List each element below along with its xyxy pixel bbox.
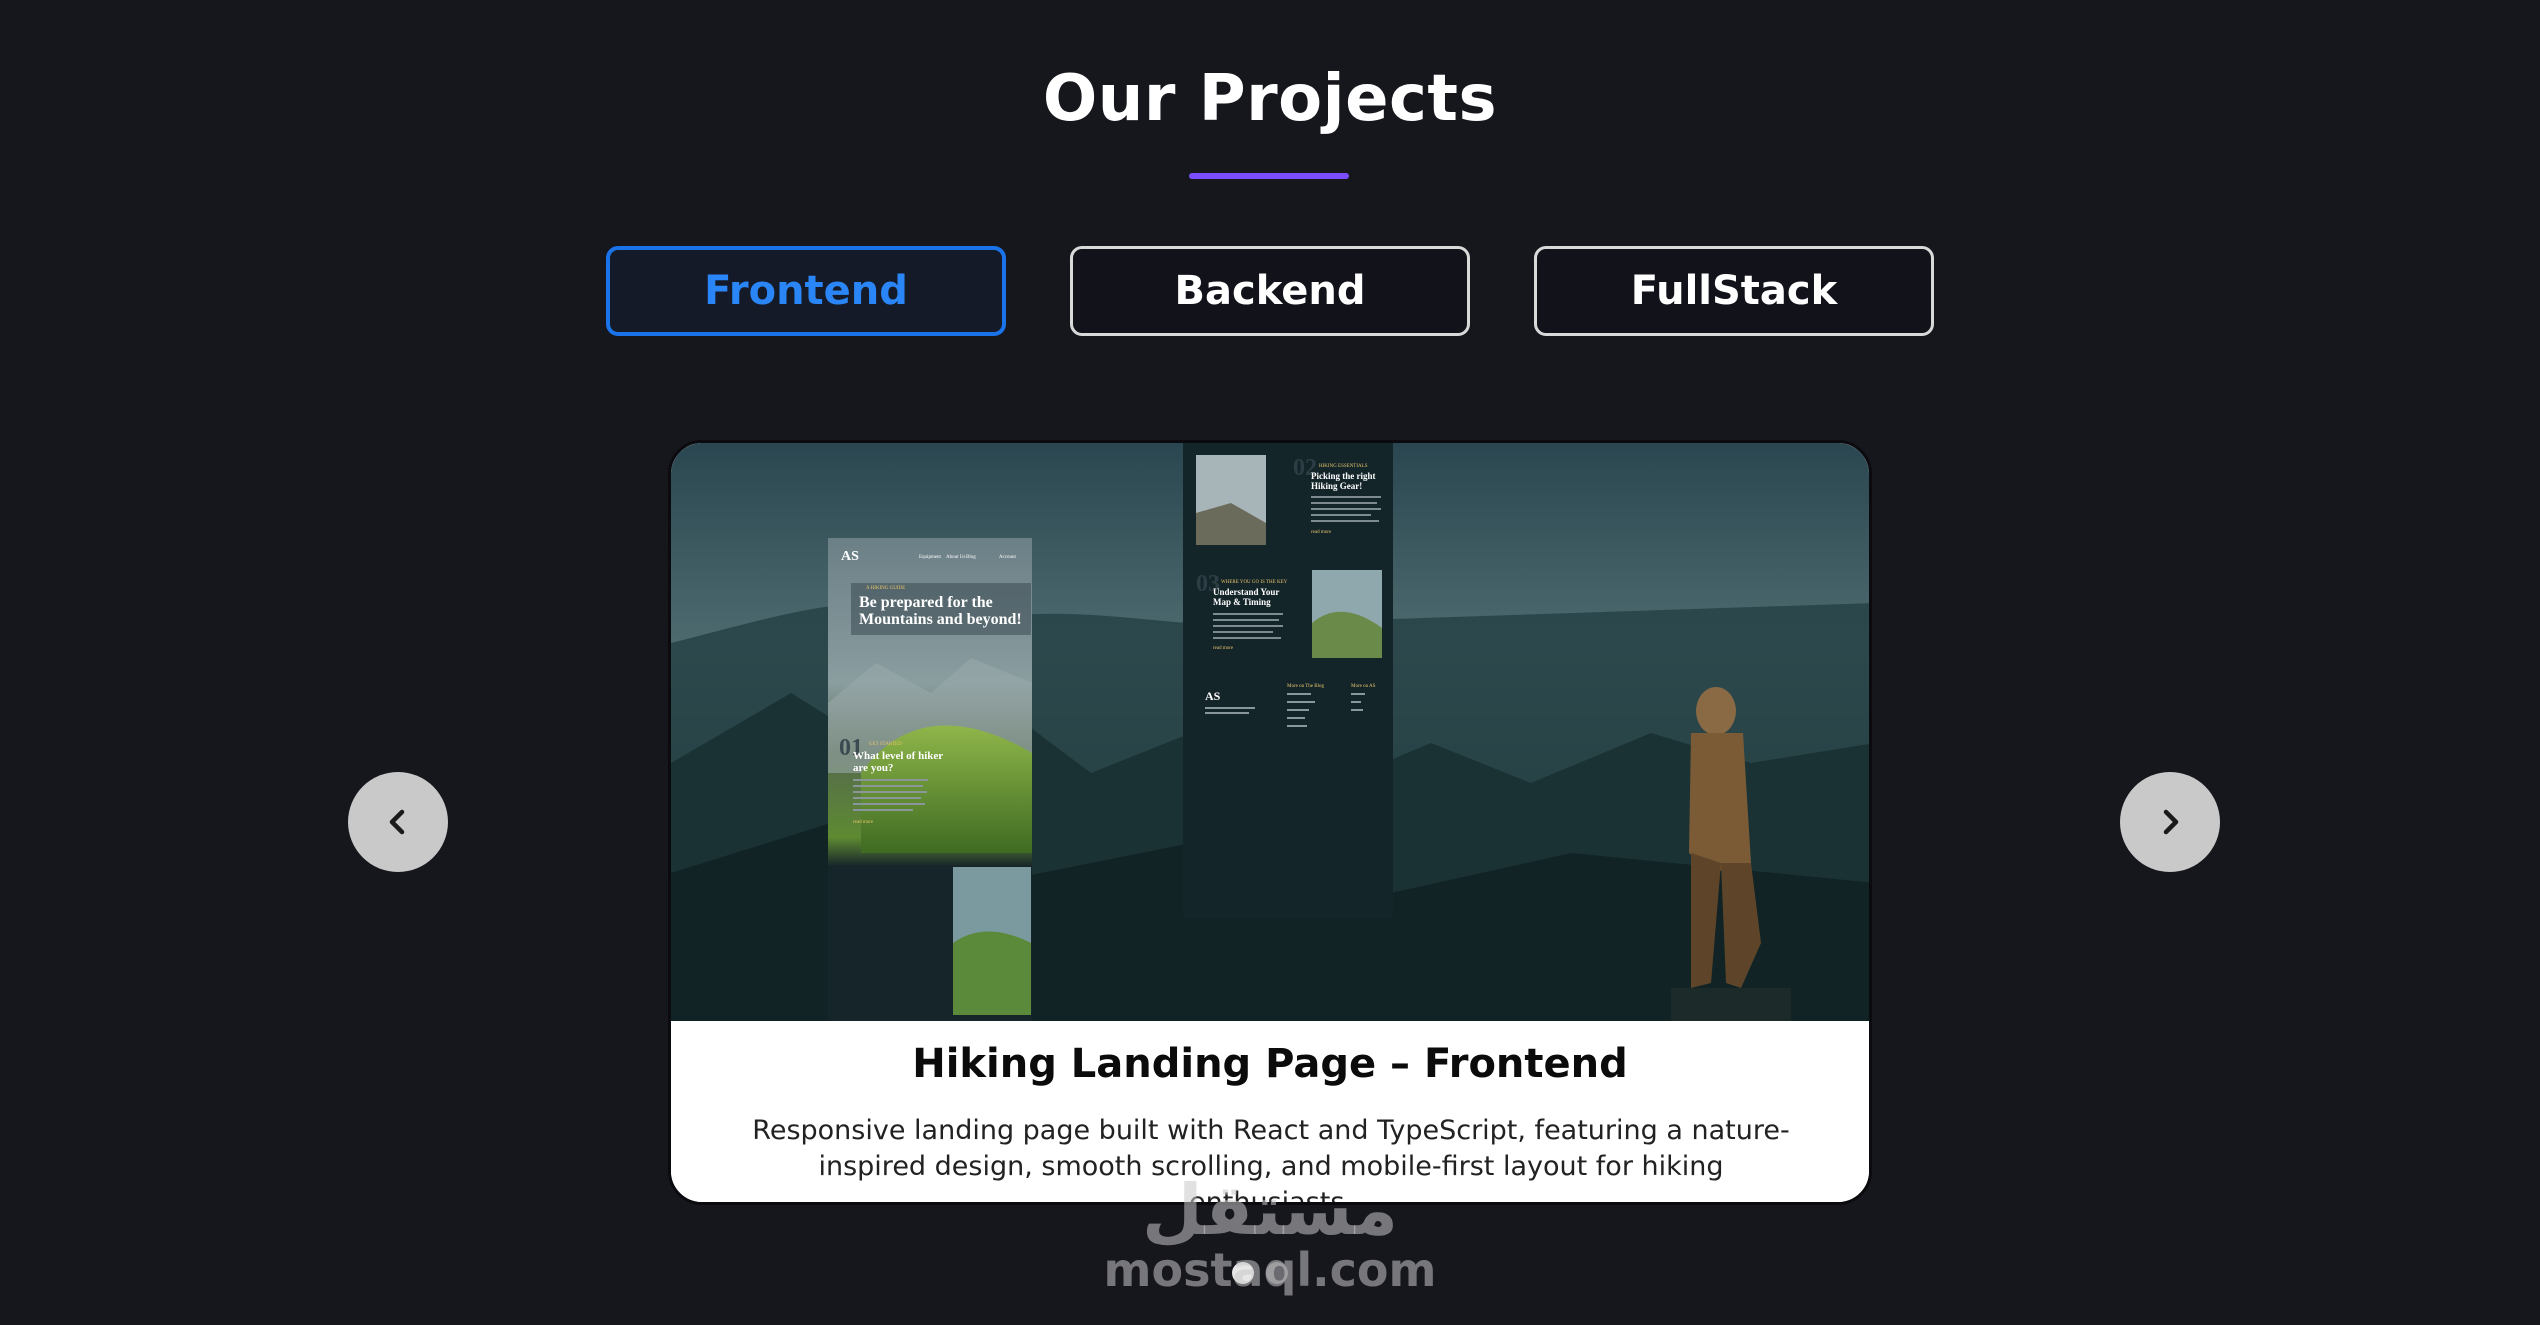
- preview-step2-eyebrow: HIKING ESSENTIALS: [1319, 464, 1368, 469]
- carousel-next-button[interactable]: [2120, 772, 2220, 872]
- preview-step3-read-more: read more: [1213, 646, 1234, 651]
- preview-step3-title-1: Understand Your: [1213, 587, 1279, 597]
- watermark-arabic: مستقل: [1141, 1169, 1398, 1251]
- section-title: Our Projects: [1042, 62, 1498, 136]
- project-title: Hiking Landing Page – Frontend: [912, 1041, 1628, 1087]
- preview-nav-3: Blog: [966, 555, 976, 560]
- project-preview-image: AS Equipment About Us Blog Account A HIK…: [671, 443, 1869, 1021]
- watermark-latin: mostaql.com: [1103, 1243, 1437, 1297]
- project-card[interactable]: AS Equipment About Us Blog Account A HIK…: [668, 440, 1872, 1205]
- tab-frontend[interactable]: Frontend: [606, 246, 1006, 336]
- preview-nav-1: Equipment: [919, 555, 942, 560]
- preview-footer-blog: More on The Blog: [1287, 684, 1324, 689]
- carousel-prev-button[interactable]: [348, 772, 448, 872]
- preview-step3-eyebrow: WHERE YOU GO IS THE KEY: [1221, 580, 1288, 585]
- preview-nav-2: About Us: [946, 555, 965, 560]
- preview-eyebrow: A HIKING GUIDE: [866, 586, 905, 591]
- preview-headline-1: Be prepared for the: [859, 594, 993, 611]
- watermark: مستقل mostaql.com: [1100, 1175, 1440, 1295]
- chevron-left-icon: [389, 809, 405, 835]
- preview-headline-2: Mountains and beyond!: [859, 611, 1022, 628]
- preview-footer-as: More on AS: [1351, 684, 1376, 689]
- preview-account: Account: [999, 555, 1017, 560]
- preview-page-left: AS Equipment About Us Blog Account A HIK…: [828, 538, 1032, 1021]
- preview-step1-read-more: read more: [853, 820, 874, 825]
- preview-step2-title-2: Hiking Gear!: [1311, 481, 1362, 491]
- preview-step1-title-1: What level of hiker: [853, 750, 943, 762]
- preview-step2-read-more: read more: [1311, 530, 1332, 535]
- preview-step1-title-2: are you?: [853, 762, 893, 774]
- preview-step1-eyebrow: GET STARTED: [869, 742, 902, 747]
- tab-backend[interactable]: Backend: [1070, 246, 1470, 336]
- title-underline: [1189, 173, 1349, 179]
- preview-logo: AS: [841, 549, 859, 564]
- preview-step3-title-2: Map & Timing: [1213, 597, 1271, 607]
- chevron-right-icon: [2163, 809, 2179, 835]
- preview-footer-logo: AS: [1205, 689, 1221, 703]
- preview-page-right: 02 HIKING ESSENTIALS Picking the right H…: [1183, 443, 1393, 918]
- tab-fullstack[interactable]: FullStack: [1534, 246, 1934, 336]
- preview-step2-title-1: Picking the right: [1311, 471, 1376, 481]
